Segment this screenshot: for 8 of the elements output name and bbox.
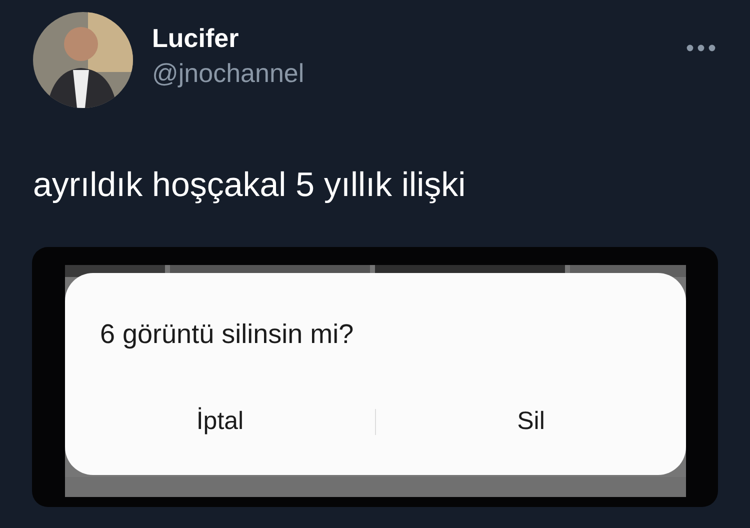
dialog-button[interactable]: İptal xyxy=(65,399,375,444)
author-name[interactable]: Lucifer xyxy=(152,23,686,54)
dialog-button[interactable]: Sil xyxy=(376,399,686,444)
more-icon[interactable] xyxy=(686,44,716,52)
dialog-title: 6 görüntü silinsin mi? xyxy=(100,319,354,350)
author-handle[interactable]: @jnochannel xyxy=(152,58,686,89)
media-card[interactable]: 6 görüntü silinsin mi? İptal Sil xyxy=(32,247,718,507)
tweet-text: ayrıldık hoşçakal 5 yıllık ilişki xyxy=(33,166,467,205)
